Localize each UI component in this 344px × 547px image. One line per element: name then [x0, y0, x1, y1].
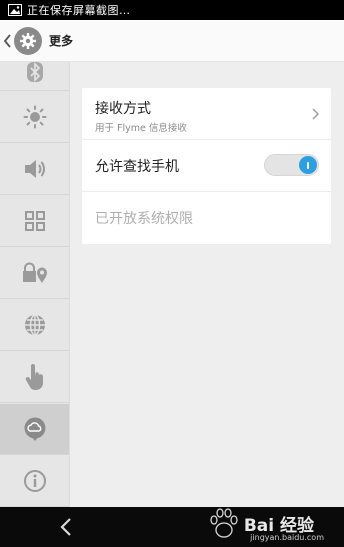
sidebar-item-gestures[interactable]: [0, 352, 69, 403]
baidu-watermark: Bai 经验 jingyan.baidu.com: [210, 507, 334, 547]
sidebar-item-flyme[interactable]: [0, 404, 69, 455]
sidebar-item-network[interactable]: [0, 300, 69, 351]
header-bar: 更多: [0, 20, 344, 62]
sidebar-item-apps[interactable]: [0, 196, 69, 247]
back-arrow-icon[interactable]: [59, 516, 73, 538]
page-title: 更多: [49, 34, 74, 48]
volume-icon: [25, 160, 45, 178]
find-phone-row: 允许查找手机: [82, 140, 331, 192]
settings-content: 接收方式 用于 Flyme 信息接收 允许查找手机 已开放系统权限: [70, 62, 344, 507]
find-phone-title: 允许查找手机: [95, 159, 179, 175]
bluetooth-icon: [27, 62, 43, 82]
info-icon: [24, 470, 46, 492]
navigation-bar: Bai 经验 jingyan.baidu.com: [0, 507, 344, 547]
chevron-left-icon[interactable]: [3, 33, 13, 49]
sidebar-item-about[interactable]: [0, 456, 69, 507]
status-bar: 正在保存屏幕截图…: [0, 0, 344, 20]
lock-location-icon: [23, 262, 47, 283]
sidebar-item-display[interactable]: [0, 92, 69, 143]
sidebar: [0, 62, 70, 507]
receive-method-subtitle: 用于 Flyme 信息接收: [95, 123, 187, 134]
sidebar-item-security[interactable]: [0, 248, 69, 299]
system-permission-row: 已开放系统权限: [82, 192, 331, 244]
system-permission-title: 已开放系统权限: [95, 211, 193, 227]
globe-icon: [25, 314, 45, 336]
chevron-right-icon: [312, 108, 319, 120]
status-notification: 正在保存屏幕截图…: [27, 4, 131, 17]
gear-icon[interactable]: [14, 26, 42, 55]
paw-logo-icon: [210, 508, 238, 538]
image-icon: [8, 4, 22, 16]
watermark-url: jingyan.baidu.com: [250, 533, 324, 542]
settings-card: 接收方式 用于 Flyme 信息接收 允许查找手机 已开放系统权限: [82, 88, 331, 244]
toggle-knob: [299, 156, 317, 174]
receive-method-title: 接收方式: [95, 101, 151, 117]
find-phone-toggle[interactable]: [264, 154, 319, 176]
apps-grid-icon: [25, 211, 45, 231]
receive-method-row[interactable]: 接收方式 用于 Flyme 信息接收: [82, 88, 331, 140]
sidebar-item-bluetooth[interactable]: [0, 62, 69, 91]
sidebar-item-sound[interactable]: [0, 144, 69, 195]
hand-pointer-icon: [25, 364, 43, 390]
cloud-chat-icon: [24, 417, 46, 441]
brightness-icon: [23, 105, 47, 129]
